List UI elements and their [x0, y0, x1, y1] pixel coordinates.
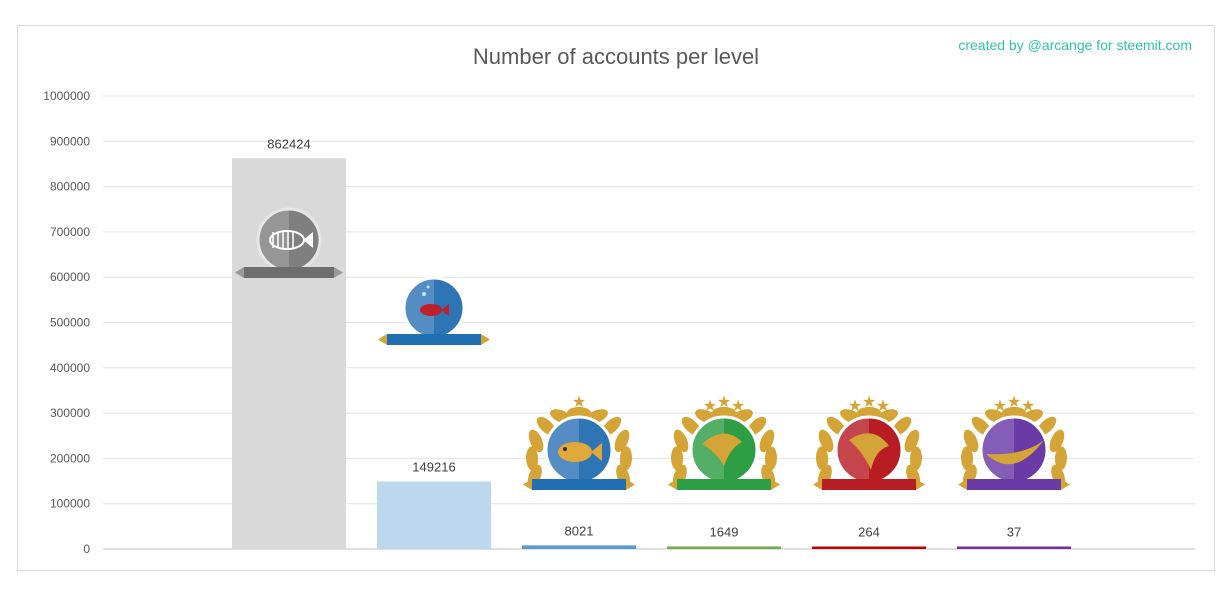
data-label-1: 149216: [412, 459, 455, 474]
data-label-0: 862424: [267, 136, 310, 151]
bar-3: [667, 546, 781, 549]
y-tick-label: 900000: [50, 134, 90, 148]
y-tick-label: 400000: [50, 361, 90, 375]
y-tick-label: 100000: [50, 497, 90, 511]
svg-text:★: ★: [731, 398, 745, 415]
data-label-3: 1649: [710, 525, 739, 540]
svg-text:★: ★: [862, 394, 876, 411]
fish-laurel-badge-icon: ★: [523, 394, 635, 490]
bar-chart: 0 100000 200000 300000 400000 500000 600000 700…: [43, 89, 1195, 556]
bars: [232, 158, 1071, 549]
svg-text:★: ★: [717, 394, 731, 411]
y-tick-label: 0: [83, 542, 90, 556]
svg-text:★: ★: [876, 398, 890, 415]
y-tick-label: 600000: [50, 270, 90, 284]
y-tick-label: 700000: [50, 225, 90, 239]
svg-text:★: ★: [993, 398, 1007, 415]
svg-text:★: ★: [703, 398, 717, 415]
dolphin-laurel-badge-icon: ★ ★ ★: [668, 394, 780, 490]
svg-text:★: ★: [848, 398, 862, 415]
level-badges: ★ ★ ★ ★ ★ ★ ★ ★ ★ ★: [235, 207, 1070, 490]
whale-laurel-badge-icon: ★ ★ ★: [958, 394, 1070, 490]
svg-text:★: ★: [1021, 398, 1035, 415]
data-label-5: 37: [1007, 525, 1021, 540]
fishbowl-badge-icon: [378, 276, 490, 345]
y-tick-label: 300000: [50, 406, 90, 420]
data-label-2: 8021: [565, 523, 594, 538]
data-label-4: 264: [858, 525, 880, 540]
y-tick-label: 500000: [50, 316, 90, 330]
bar-2: [522, 545, 636, 549]
y-tick-label: 200000: [50, 451, 90, 465]
bar-1: [377, 481, 491, 549]
svg-text:★: ★: [572, 394, 586, 411]
y-tick-label: 1000000: [43, 89, 90, 103]
y-axis-ticks: 0 100000 200000 300000 400000 500000 600000 700…: [43, 89, 90, 556]
y-tick-label: 800000: [50, 180, 90, 194]
svg-text:★: ★: [1007, 394, 1021, 411]
orca-laurel-badge-icon: ★ ★ ★: [813, 394, 925, 490]
bar-5: [957, 546, 1071, 549]
bar-4: [812, 546, 926, 549]
